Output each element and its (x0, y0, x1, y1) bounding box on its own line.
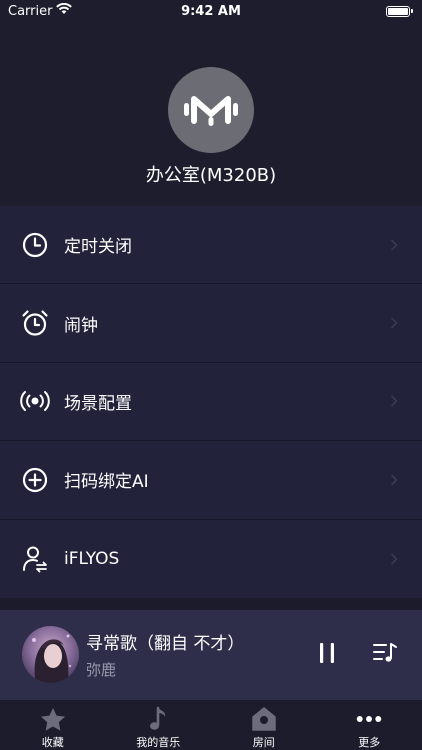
more-dots-icon (356, 706, 382, 732)
menu-item-label: 闹钟 (64, 315, 98, 336)
chevron-right-icon (388, 553, 400, 565)
star-icon (40, 706, 66, 732)
tab-my-music[interactable]: 我的音乐 (106, 700, 212, 750)
status-left: Carrier (8, 2, 73, 19)
tab-favorites[interactable]: 收藏 (0, 700, 106, 750)
music-note-icon (145, 706, 171, 732)
menu-item-scene-config[interactable]: 场景配置 (0, 363, 422, 442)
song-artist: 弥鹿 (86, 661, 117, 679)
broadcast-icon (20, 386, 50, 416)
device-header: 办公室(M320B) (0, 22, 422, 206)
tab-label: 更多 (358, 736, 381, 749)
tab-label: 收藏 (41, 736, 64, 749)
tab-room[interactable]: 房间 (211, 700, 317, 750)
status-bar: Carrier 9:42 AM (0, 0, 422, 22)
menu-item-label: iFLYOS (64, 548, 120, 569)
battery-icon (386, 5, 413, 17)
chevron-right-icon (388, 317, 400, 329)
alarm-clock-icon (20, 308, 50, 338)
house-icon (251, 706, 277, 732)
carrier-label: Carrier (8, 3, 53, 19)
chevron-right-icon (388, 474, 400, 486)
menu-item-iflyos[interactable]: iFLYOS (0, 520, 422, 598)
menu-item-label: 定时关闭 (64, 237, 132, 258)
playlist-button[interactable] (372, 642, 398, 668)
mini-player[interactable]: 寻常歌（翻自 不才） 弥鹿 (0, 610, 422, 700)
chevron-right-icon (388, 239, 400, 251)
plus-circle-icon (20, 465, 50, 495)
battery-level (388, 7, 408, 15)
clock-icon (20, 230, 50, 260)
menu-item-label: 扫码绑定AI (64, 472, 149, 493)
pause-icon (318, 642, 336, 668)
device-logo-icon[interactable] (168, 67, 254, 153)
device-name: 办公室(M320B) (145, 165, 277, 186)
wifi-icon (56, 2, 73, 19)
chevron-right-icon (388, 395, 400, 407)
tab-label: 房间 (252, 736, 275, 749)
tab-bar: 收藏 我的音乐 房间 更多 (0, 700, 422, 750)
settings-menu: 定时关闭 闹钟 场景配置 扫码绑定AI iFLYOS (0, 206, 422, 598)
menu-item-label: 场景配置 (64, 393, 132, 414)
menu-item-scan-bind-ai[interactable]: 扫码绑定AI (0, 441, 422, 520)
pause-button[interactable] (314, 642, 340, 668)
song-title: 寻常歌（翻自 不才） (86, 634, 245, 654)
playlist-icon (372, 641, 398, 669)
menu-item-sleep-timer[interactable]: 定时关闭 (0, 206, 422, 285)
menu-item-alarm[interactable]: 闹钟 (0, 284, 422, 363)
album-art[interactable] (22, 626, 79, 683)
tab-label: 我的音乐 (136, 736, 181, 749)
tab-more[interactable]: 更多 (317, 700, 422, 750)
user-swap-icon (20, 544, 50, 574)
